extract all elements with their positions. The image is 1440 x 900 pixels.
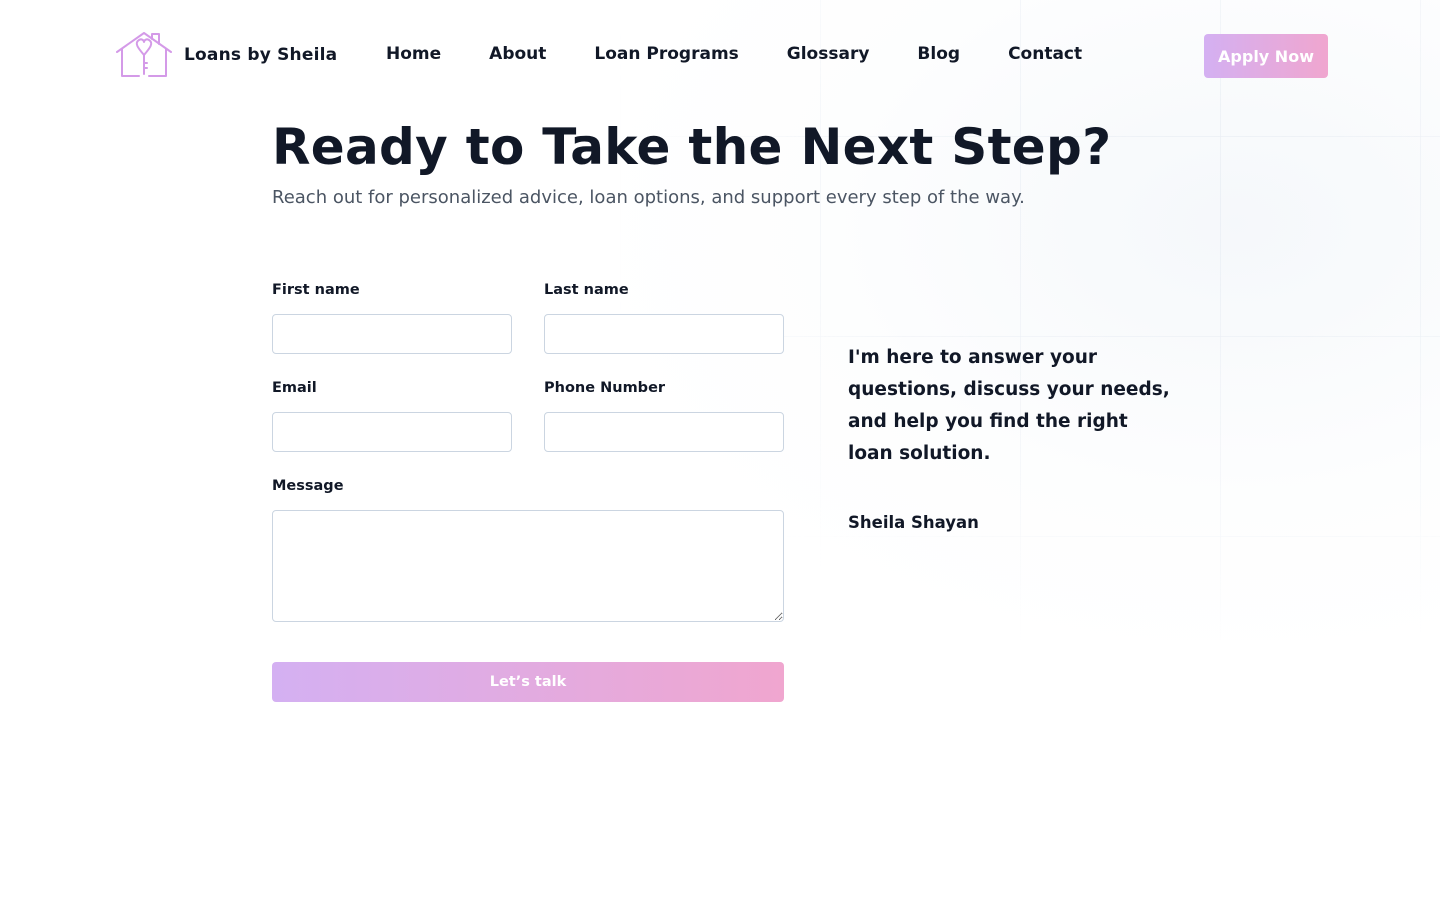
nav-blog[interactable]: Blog <box>917 44 960 64</box>
brand-link[interactable]: Loans by Sheila <box>114 30 337 80</box>
phone-label: Phone Number <box>544 380 666 396</box>
page-title: Ready to Take the Next Step? <box>272 118 1112 176</box>
nav-contact[interactable]: Contact <box>1008 44 1082 64</box>
message-textarea[interactable] <box>272 510 784 622</box>
name-row: First name Last name <box>272 282 784 354</box>
contact-page: Loans by Sheila Home About Loan Programs… <box>0 0 1440 900</box>
contact-form: First name Last name Email Phone Number … <box>272 282 784 622</box>
last-name-field: Last name <box>544 282 784 354</box>
first-name-label: First name <box>272 282 360 298</box>
brand-name: Loans by Sheila <box>184 45 338 65</box>
message-field: Message <box>272 478 784 622</box>
lets-talk-button[interactable]: Let’s talk <box>272 662 784 702</box>
phone-field: Phone Number <box>544 380 784 452</box>
phone-input[interactable] <box>544 412 784 452</box>
nav-about[interactable]: About <box>489 44 546 64</box>
contact-quote: I'm here to answer your questions, discu… <box>848 347 1170 464</box>
apply-now-button[interactable]: Apply Now <box>1204 34 1328 78</box>
first-name-field: First name <box>272 282 512 354</box>
message-label: Message <box>272 478 344 494</box>
main-nav: Home About Loan Programs Glossary Blog C… <box>386 44 1130 64</box>
email-field: Email <box>272 380 512 452</box>
signature-name: Sheila Shayan <box>848 513 979 532</box>
site-header: Loans by Sheila Home About Loan Programs… <box>114 30 1328 80</box>
email-label: Email <box>272 380 317 396</box>
nav-glossary[interactable]: Glossary <box>787 44 870 64</box>
nav-loan-programs[interactable]: Loan Programs <box>594 44 738 64</box>
contact-row: Email Phone Number <box>272 380 784 452</box>
nav-home[interactable]: Home <box>386 44 441 64</box>
house-key-heart-icon <box>116 32 172 77</box>
page-subtitle: Reach out for personalized advice, loan … <box>272 187 1025 208</box>
first-name-input[interactable] <box>272 314 512 354</box>
last-name-label: Last name <box>544 282 629 298</box>
last-name-input[interactable] <box>544 314 784 354</box>
email-input[interactable] <box>272 412 512 452</box>
